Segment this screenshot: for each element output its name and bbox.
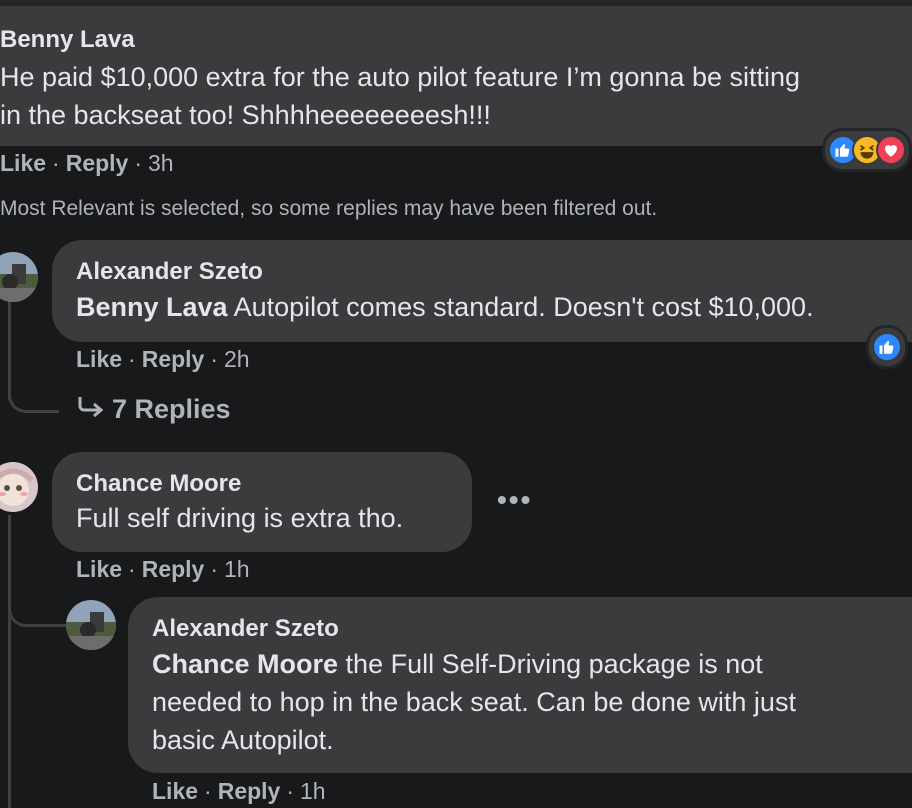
reply-timestamp[interactable]: 1h — [224, 556, 250, 582]
like-reaction-icon — [872, 332, 902, 362]
reply-button[interactable]: Reply — [142, 556, 205, 582]
reply-actions: Like · Reply · 2h — [76, 346, 250, 372]
like-button[interactable]: Like — [152, 778, 198, 804]
reply-text-line1: Chance Moore the Full Self-Driving packa… — [152, 649, 763, 679]
reply-button[interactable]: Reply — [66, 150, 129, 176]
thread-connector-1 — [8, 380, 59, 413]
reply-text: Benny Lava Autopilot comes standard. Doe… — [76, 292, 814, 322]
like-button[interactable]: Like — [76, 346, 122, 372]
reply-button[interactable]: Reply — [142, 346, 205, 372]
like-button[interactable]: Like — [0, 150, 46, 176]
mention-link[interactable]: Benny Lava — [76, 292, 228, 322]
reply-text-line2: needed to hop in the back seat. Can be d… — [152, 687, 796, 717]
reply-actions: Like · Reply · 1h — [152, 778, 326, 804]
reply-bubble-alexander-nested: Alexander Szeto Chance Moore the Full Se… — [128, 597, 912, 773]
like-button[interactable]: Like — [76, 556, 122, 582]
avatar[interactable] — [0, 462, 38, 512]
comment-timestamp[interactable]: 3h — [148, 150, 174, 176]
reply-button[interactable]: Reply — [218, 778, 281, 804]
filter-note: Most Relevant is selected, so some repli… — [0, 197, 658, 220]
mention-link[interactable]: Chance Moore — [152, 649, 338, 679]
reply-timestamp[interactable]: 2h — [224, 346, 250, 372]
reaction-summary[interactable] — [866, 325, 908, 369]
comment-actions: Like · Reply · 3h — [0, 150, 174, 176]
reply-bubble-alexander: Alexander Szeto Benny Lava Autopilot com… — [52, 240, 912, 342]
reply-author[interactable]: Alexander Szeto — [76, 258, 263, 286]
comment-author[interactable]: Benny Lava — [0, 26, 135, 54]
reply-timestamp[interactable]: 1h — [300, 778, 326, 804]
more-options-icon[interactable]: ••• — [497, 484, 532, 516]
avatar[interactable] — [66, 600, 116, 650]
thread-connector-2 — [8, 600, 66, 627]
view-replies-link[interactable]: 7 Replies — [76, 394, 231, 426]
reply-arrow-icon — [76, 395, 106, 426]
reaction-summary[interactable] — [822, 128, 912, 172]
comment-text-line1: He paid $10,000 extra for the auto pilot… — [0, 62, 801, 92]
comment-text-line2: in the backseat too! Shhhheeeeeeeesh!!! — [0, 100, 491, 130]
reply-text: Full self driving is extra tho. — [76, 503, 404, 533]
reply-bubble-chance: Chance Moore Full self driving is extra … — [52, 452, 472, 552]
reply-author[interactable]: Chance Moore — [76, 470, 241, 498]
comment-bubble-benny: Benny Lava He paid $10,000 extra for the… — [0, 6, 912, 146]
reply-text-line3: basic Autopilot. — [152, 725, 334, 755]
reply-actions: Like · Reply · 1h — [76, 556, 250, 582]
avatar[interactable] — [0, 252, 38, 302]
reply-author[interactable]: Alexander Szeto — [152, 615, 339, 643]
thread-line-2 — [8, 515, 11, 808]
love-reaction-icon — [876, 135, 906, 165]
